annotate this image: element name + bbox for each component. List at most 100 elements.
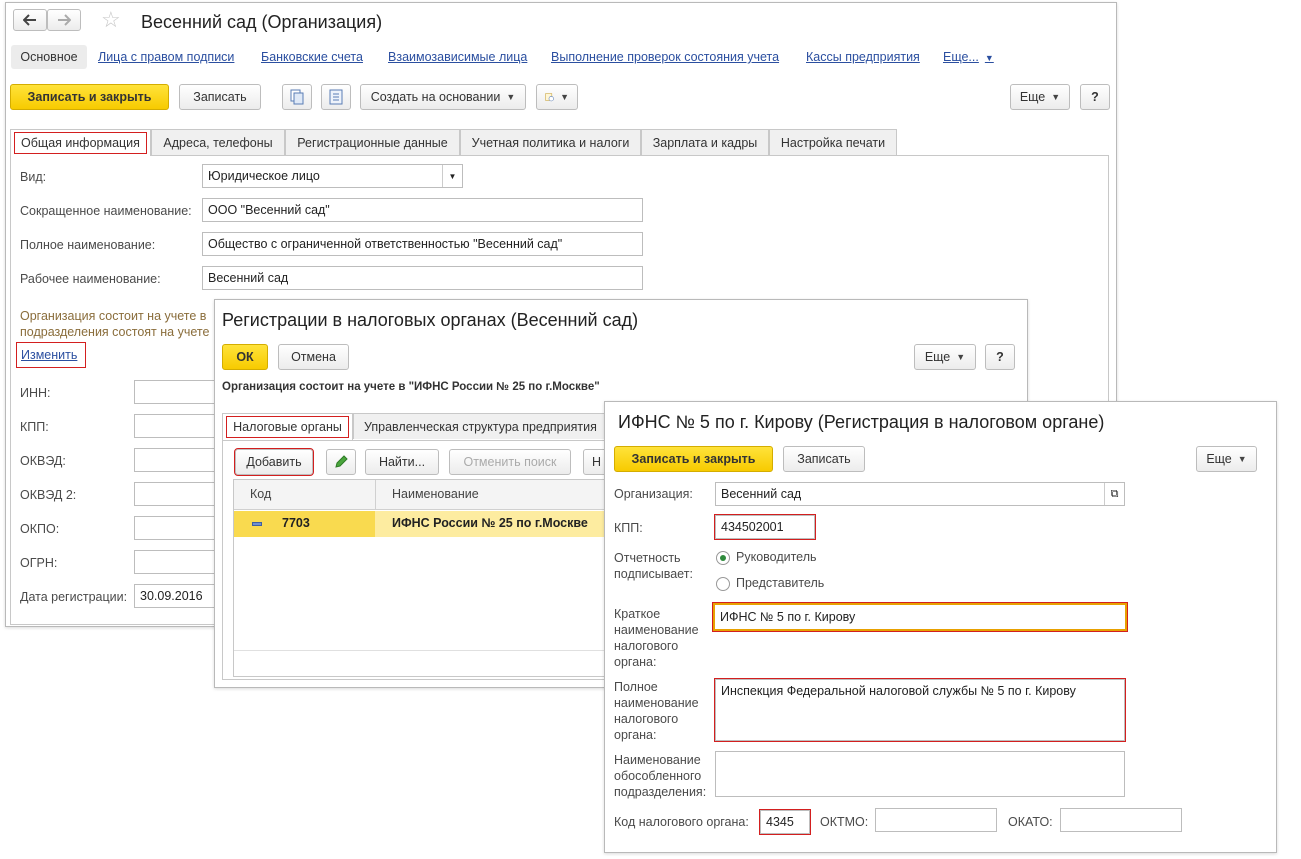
kind-select[interactable]: Юридическое лицо ▼	[202, 164, 463, 188]
full-name-input[interactable]: Общество с ограниченной ответственностью…	[202, 232, 643, 256]
help-button[interactable]: ?	[1080, 84, 1110, 110]
short-name-label-3: налогового	[614, 639, 679, 653]
add-button[interactable]: Добавить	[234, 448, 314, 476]
reg-date-label: Дата регистрации:	[20, 590, 128, 604]
more-label: Еще	[1019, 90, 1046, 104]
more-button[interactable]: Еще ▼	[1010, 84, 1070, 110]
create-based-on-label: Создать на основании	[370, 90, 501, 104]
edit-button[interactable]	[326, 449, 356, 475]
organization-label: Организация:	[614, 487, 693, 501]
nav-more-label: Еще...	[943, 50, 979, 64]
radio-director[interactable]	[716, 551, 730, 565]
radio-director-label[interactable]: Руководитель	[736, 550, 817, 564]
column-header-code[interactable]: Код	[250, 487, 271, 501]
kpp-input[interactable]	[134, 414, 219, 438]
ogrn-input[interactable]	[134, 550, 219, 574]
documents-icon	[290, 89, 304, 105]
window-title: Регистрации в налоговых органах (Весенни…	[222, 310, 639, 330]
print-docs-button[interactable]	[282, 84, 312, 110]
tab-registration[interactable]: Регистрационные данные	[285, 129, 460, 155]
okved2-input[interactable]	[134, 482, 219, 506]
nav-link-more[interactable]: Еще... ▼	[943, 50, 994, 64]
dropdown-arrow-icon: ▼	[956, 352, 966, 362]
reg-date-input[interactable]: 30.09.2016	[134, 584, 219, 608]
row-code: 7703	[282, 516, 310, 530]
reports-button[interactable]: ▼	[536, 84, 578, 110]
full-name-label-2: наименование	[614, 696, 699, 710]
branch-name-textarea[interactable]	[715, 751, 1125, 797]
inn-input[interactable]	[134, 380, 219, 404]
change-link[interactable]: Изменить	[15, 342, 87, 368]
tab-general-info[interactable]: Общая информация	[10, 129, 151, 156]
dropdown-arrow-icon: ▼	[560, 92, 569, 102]
short-name-label-1: Краткое	[614, 607, 661, 621]
ok-button[interactable]: ОК	[222, 344, 268, 370]
okved2-label: ОКВЭД 2:	[20, 488, 77, 502]
dropdown-arrow-icon: ▼	[1237, 454, 1247, 464]
more-button[interactable]: Еще ▼	[1196, 446, 1257, 472]
work-name-input[interactable]: Весенний сад	[202, 266, 643, 290]
full-name-label-1: Полное	[614, 680, 658, 694]
inn-label: ИНН:	[20, 386, 51, 400]
save-button[interactable]: Записать	[179, 84, 261, 110]
more-label: Еще	[924, 350, 951, 364]
radio-representative[interactable]	[716, 577, 730, 591]
organization-value: Весенний сад	[721, 487, 802, 501]
cancel-search-button[interactable]: Отменить поиск	[449, 449, 571, 475]
tab-addresses[interactable]: Адреса, телефоны	[151, 129, 285, 155]
tab-salary[interactable]: Зарплата и кадры	[641, 129, 769, 155]
short-name-input[interactable]: ИФНС № 5 по г. Кирову	[712, 602, 1128, 632]
column-divider	[375, 480, 376, 510]
tab-print-settings[interactable]: Настройка печати	[769, 129, 897, 155]
tax-note-line1: Организация состоит на учете в	[20, 309, 207, 323]
dropdown-arrow-icon: ▼	[1051, 92, 1061, 102]
arrow-right-icon	[58, 14, 71, 26]
forward-button[interactable]	[47, 9, 81, 31]
radio-representative-label[interactable]: Представитель	[736, 576, 824, 590]
row-name: ИФНС России № 25 по г.Москве	[392, 516, 588, 530]
kpp-label: КПП:	[20, 420, 49, 434]
pencil-icon	[335, 455, 348, 468]
nav-link-related-parties[interactable]: Взаимозависимые лица	[388, 50, 527, 64]
nav-link-cash-registers[interactable]: Кассы предприятия	[806, 50, 920, 64]
nav-link-signers[interactable]: Лица с правом подписи	[98, 50, 234, 64]
tab-management-structure[interactable]: Управленческая структура предприятия	[353, 413, 643, 439]
full-name-textarea[interactable]: Инспекция Федеральной налоговой службы №…	[714, 678, 1126, 742]
organization-input[interactable]: Весенний сад ⧉	[715, 482, 1125, 506]
cancel-button[interactable]: Отмена	[278, 344, 349, 370]
oktmo-input[interactable]	[875, 808, 997, 832]
back-button[interactable]	[13, 9, 47, 31]
okato-input[interactable]	[1060, 808, 1182, 832]
nav-item-main[interactable]: Основное	[11, 45, 87, 69]
more-button[interactable]: Еще ▼	[914, 344, 976, 370]
create-based-on-button[interactable]: Создать на основании ▼	[360, 84, 526, 110]
ogrn-label: ОГРН:	[20, 556, 58, 570]
short-name-input[interactable]: ООО "Весенний сад"	[202, 198, 643, 222]
save-button[interactable]: Записать	[783, 446, 865, 472]
signer-label-1: Отчетность	[614, 551, 681, 565]
kpp-input[interactable]: 434502001	[714, 514, 816, 540]
nav-link-bank-accounts[interactable]: Банковские счета	[261, 50, 363, 64]
okpo-input[interactable]	[134, 516, 219, 540]
save-and-close-button[interactable]: Записать и закрыть	[614, 446, 773, 472]
nav-link-accounting-checks[interactable]: Выполнение проверок состояния учета	[551, 50, 779, 64]
okato-label: ОКАТО:	[1008, 815, 1053, 829]
tab-tax-authorities[interactable]: Налоговые органы	[222, 413, 353, 440]
find-button[interactable]: Найти...	[365, 449, 439, 475]
short-name-label: Сокращенное наименование:	[20, 204, 192, 218]
okved-input[interactable]	[134, 448, 219, 472]
favorite-star-icon[interactable]: ☆	[101, 7, 121, 33]
registration-note: Организация состоит на учете в "ИФНС Рос…	[222, 381, 600, 393]
column-header-name[interactable]: Наименование	[392, 487, 479, 501]
help-button[interactable]: ?	[985, 344, 1015, 370]
list-button[interactable]	[321, 84, 351, 110]
tax-office-registration-window: ИФНС № 5 по г. Кирову (Регистрация в нал…	[604, 401, 1277, 853]
save-and-close-button[interactable]: Записать и закрыть	[10, 84, 169, 110]
okpo-label: ОКПО:	[20, 522, 60, 536]
full-name-label-3: налогового	[614, 712, 679, 726]
kind-value: Юридическое лицо	[208, 169, 320, 183]
tax-office-code-input[interactable]: 4345	[759, 809, 811, 835]
tab-accounting-policy[interactable]: Учетная политика и налоги	[460, 129, 641, 155]
short-name-label-4: органа:	[614, 655, 657, 669]
open-icon[interactable]: ⧉	[1104, 483, 1124, 505]
